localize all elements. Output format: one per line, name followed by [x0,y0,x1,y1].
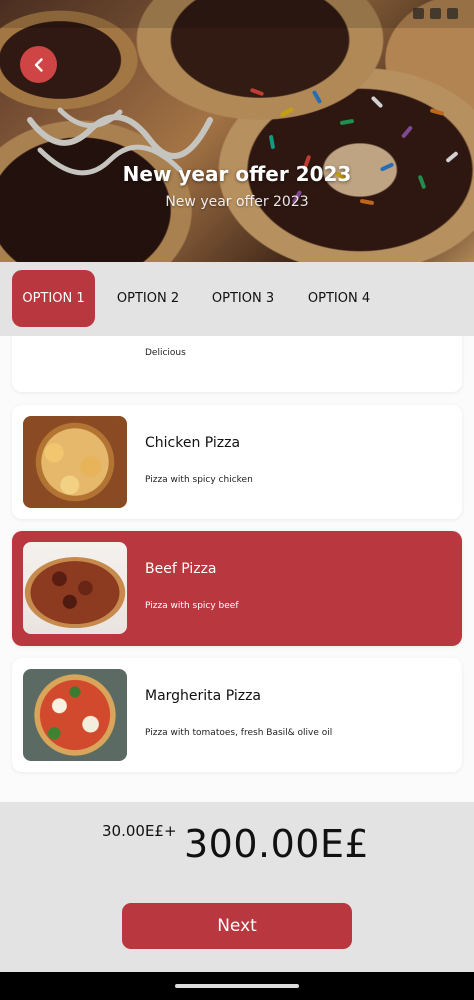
signal-icon [430,8,441,19]
home-indicator[interactable] [175,984,299,988]
pizza-image [23,336,127,382]
status-bar [0,0,474,28]
item-title: Margherita Pizza [145,688,262,704]
status-icons [413,8,458,19]
tab-option-3[interactable]: OPTION 3 [201,270,285,327]
item-title: Beef Pizza [145,561,217,577]
list-item[interactable]: Chicken Pizza Pizza with spicy chicken [12,405,462,519]
list-item[interactable]: Delicious [12,336,462,392]
battery-icon [447,8,458,19]
item-description: Pizza with spicy beef [145,601,239,611]
option-tabs: OPTION 1 OPTION 2 OPTION 3 OPTION 4 [0,262,474,336]
back-button[interactable] [20,46,57,83]
tab-option-1[interactable]: OPTION 1 [12,270,95,327]
item-description: Delicious [145,348,186,358]
system-nav-bar [0,972,474,1000]
list-item[interactable]: Beef Pizza Pizza with spicy beef [12,531,462,646]
tab-option-2[interactable]: OPTION 2 [106,270,190,327]
hero-overlay [0,0,474,262]
total-price: 300.00E£ [184,822,370,866]
list-item[interactable]: Margherita Pizza Pizza with tomatoes, fr… [12,658,462,772]
chicken-pizza-image [23,416,127,508]
product-list: Delicious Chicken Pizza Pizza with spicy… [0,336,474,802]
item-title: Chicken Pizza [145,435,241,451]
offer-subtitle: New year offer 2023 [165,194,309,210]
base-price: 30.00E£+ [102,822,177,840]
item-description: Pizza with tomatoes, fresh Basil& olive … [145,728,333,738]
tab-option-4[interactable]: OPTION 4 [297,270,381,327]
order-footer: 30.00E£+ 300.00E£ Next [0,802,474,972]
margherita-pizza-image [23,669,127,761]
beef-pizza-image [23,542,127,634]
offer-title: New year offer 2023 [122,162,352,186]
next-button[interactable]: Next [122,903,352,949]
wifi-icon [413,8,424,19]
item-description: Pizza with spicy chicken [145,475,253,485]
hero-banner [0,0,474,262]
chevron-left-icon [34,57,43,72]
